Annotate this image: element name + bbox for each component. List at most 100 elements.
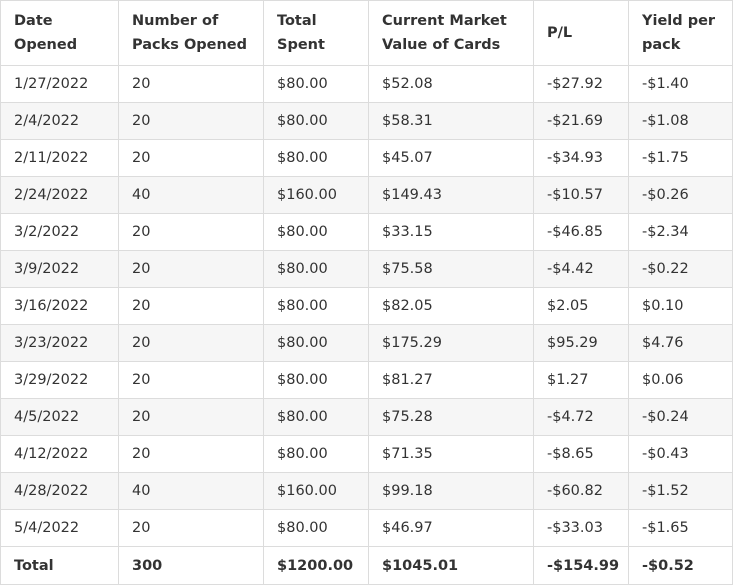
- cell-total-spent: $160.00: [263, 472, 369, 510]
- table-row: 2/4/2022 20 $80.00 $58.31 -$21.69 -$1.08: [0, 102, 733, 140]
- cell-yield-per-pack: -$0.22: [628, 250, 733, 288]
- total-packs: 300: [118, 546, 264, 585]
- cell-date-opened: 3/29/2022: [0, 361, 119, 399]
- cell-profit-loss: $1.27: [533, 361, 629, 399]
- table-row: 4/28/2022 40 $160.00 $99.18 -$60.82 -$1.52: [0, 472, 733, 510]
- table-row: 2/11/2022 20 $80.00 $45.07 -$34.93 -$1.75: [0, 139, 733, 177]
- cell-market-value: $82.05: [368, 287, 534, 325]
- cell-total-spent: $80.00: [263, 361, 369, 399]
- total-label: Total: [0, 546, 119, 585]
- table-row: 3/9/2022 20 $80.00 $75.58 -$4.42 -$0.22: [0, 250, 733, 288]
- cell-total-spent: $80.00: [263, 139, 369, 177]
- cell-profit-loss: -$8.65: [533, 435, 629, 473]
- cell-date-opened: 3/16/2022: [0, 287, 119, 325]
- cell-date-opened: 2/11/2022: [0, 139, 119, 177]
- pack-opening-table: Date Opened Number of Packs Opened Total…: [0, 0, 733, 585]
- table-footer: Total 300 $1200.00 $1045.01 -$154.99 -$0…: [0, 546, 733, 585]
- cell-market-value: $149.43: [368, 176, 534, 214]
- cell-total-spent: $80.00: [263, 250, 369, 288]
- cell-yield-per-pack: $0.10: [628, 287, 733, 325]
- table-row: 2/24/2022 40 $160.00 $149.43 -$10.57 -$0.26: [0, 176, 733, 214]
- cell-packs-opened: 20: [118, 250, 264, 288]
- header-yield-per-pack: Yield per pack: [628, 0, 733, 66]
- cell-profit-loss: $2.05: [533, 287, 629, 325]
- cell-packs-opened: 20: [118, 287, 264, 325]
- total-profit-loss: -$154.99: [533, 546, 629, 585]
- total-spent: $1200.00: [263, 546, 369, 585]
- cell-packs-opened: 20: [118, 509, 264, 547]
- cell-total-spent: $80.00: [263, 324, 369, 362]
- header-profit-loss: P/L: [533, 0, 629, 66]
- cell-date-opened: 4/12/2022: [0, 435, 119, 473]
- cell-date-opened: 4/5/2022: [0, 398, 119, 436]
- table-row: 5/4/2022 20 $80.00 $46.97 -$33.03 -$1.65: [0, 509, 733, 547]
- cell-market-value: $52.08: [368, 65, 534, 103]
- cell-date-opened: 3/23/2022: [0, 324, 119, 362]
- cell-profit-loss: -$34.93: [533, 139, 629, 177]
- cell-total-spent: $80.00: [263, 102, 369, 140]
- cell-market-value: $71.35: [368, 435, 534, 473]
- cell-yield-per-pack: -$0.26: [628, 176, 733, 214]
- header-packs-opened: Number of Packs Opened: [118, 0, 264, 66]
- cell-packs-opened: 40: [118, 472, 264, 510]
- cell-profit-loss: -$4.42: [533, 250, 629, 288]
- table-body: 1/27/2022 20 $80.00 $52.08 -$27.92 -$1.40 2/4/…: [0, 65, 733, 547]
- cell-date-opened: 1/27/2022: [0, 65, 119, 103]
- cell-packs-opened: 20: [118, 435, 264, 473]
- cell-market-value: $75.58: [368, 250, 534, 288]
- cell-profit-loss: -$10.57: [533, 176, 629, 214]
- cell-yield-per-pack: -$1.52: [628, 472, 733, 510]
- cell-packs-opened: 20: [118, 139, 264, 177]
- header-total-spent: Total Spent: [263, 0, 369, 66]
- cell-packs-opened: 20: [118, 361, 264, 399]
- cell-total-spent: $80.00: [263, 65, 369, 103]
- cell-yield-per-pack: -$1.75: [628, 139, 733, 177]
- table-row: 3/2/2022 20 $80.00 $33.15 -$46.85 -$2.34: [0, 213, 733, 251]
- total-market-value: $1045.01: [368, 546, 534, 585]
- cell-total-spent: $80.00: [263, 287, 369, 325]
- cell-total-spent: $80.00: [263, 213, 369, 251]
- cell-market-value: $81.27: [368, 361, 534, 399]
- cell-yield-per-pack: -$1.40: [628, 65, 733, 103]
- cell-profit-loss: -$21.69: [533, 102, 629, 140]
- cell-packs-opened: 20: [118, 213, 264, 251]
- cell-packs-opened: 20: [118, 65, 264, 103]
- cell-total-spent: $160.00: [263, 176, 369, 214]
- cell-total-spent: $80.00: [263, 435, 369, 473]
- table-row: 3/16/2022 20 $80.00 $82.05 $2.05 $0.10: [0, 287, 733, 325]
- table-row: 3/23/2022 20 $80.00 $175.29 $95.29 $4.76: [0, 324, 733, 362]
- cell-yield-per-pack: $0.06: [628, 361, 733, 399]
- header-row: Date Opened Number of Packs Opened Total…: [0, 0, 733, 66]
- cell-yield-per-pack: -$2.34: [628, 213, 733, 251]
- cell-profit-loss: -$33.03: [533, 509, 629, 547]
- cell-market-value: $75.28: [368, 398, 534, 436]
- table-row: 1/27/2022 20 $80.00 $52.08 -$27.92 -$1.40: [0, 65, 733, 103]
- page: Date Opened Number of Packs Opened Total…: [0, 0, 735, 587]
- total-yield-per-pack: -$0.52: [628, 546, 733, 585]
- cell-profit-loss: -$60.82: [533, 472, 629, 510]
- cell-market-value: $99.18: [368, 472, 534, 510]
- cell-date-opened: 2/4/2022: [0, 102, 119, 140]
- cell-date-opened: 2/24/2022: [0, 176, 119, 214]
- cell-market-value: $33.15: [368, 213, 534, 251]
- cell-total-spent: $80.00: [263, 398, 369, 436]
- cell-yield-per-pack: -$0.24: [628, 398, 733, 436]
- cell-profit-loss: -$46.85: [533, 213, 629, 251]
- total-row: Total 300 $1200.00 $1045.01 -$154.99 -$0…: [0, 546, 733, 585]
- cell-total-spent: $80.00: [263, 509, 369, 547]
- cell-packs-opened: 40: [118, 176, 264, 214]
- cell-yield-per-pack: $4.76: [628, 324, 733, 362]
- cell-packs-opened: 20: [118, 324, 264, 362]
- cell-market-value: $46.97: [368, 509, 534, 547]
- cell-packs-opened: 20: [118, 102, 264, 140]
- cell-date-opened: 4/28/2022: [0, 472, 119, 510]
- cell-profit-loss: -$27.92: [533, 65, 629, 103]
- cell-date-opened: 5/4/2022: [0, 509, 119, 547]
- table-row: 4/5/2022 20 $80.00 $75.28 -$4.72 -$0.24: [0, 398, 733, 436]
- table-row: 4/12/2022 20 $80.00 $71.35 -$8.65 -$0.43: [0, 435, 733, 473]
- cell-date-opened: 3/2/2022: [0, 213, 119, 251]
- cell-yield-per-pack: -$1.08: [628, 102, 733, 140]
- cell-market-value: $45.07: [368, 139, 534, 177]
- table-header: Date Opened Number of Packs Opened Total…: [0, 0, 733, 66]
- header-market-value: Current Market Value of Cards: [368, 0, 534, 66]
